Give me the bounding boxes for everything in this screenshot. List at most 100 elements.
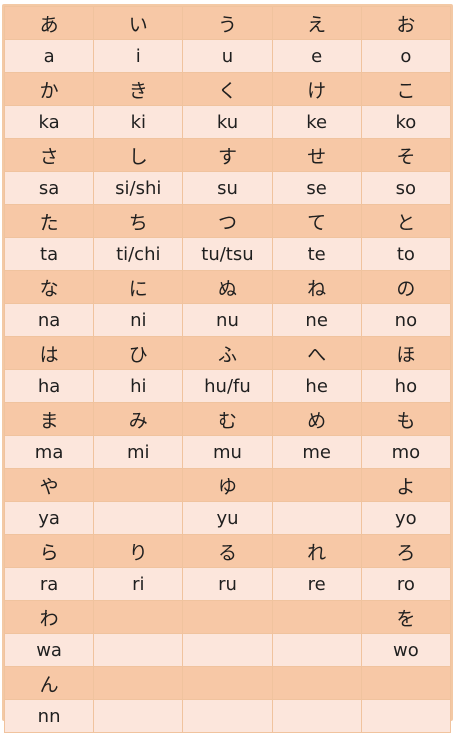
romaji-cell: ra (3, 567, 95, 601)
romaji-cell: i (93, 39, 184, 73)
romaji-cell: re (271, 567, 362, 601)
romaji-cell: su (182, 171, 273, 205)
romaji-row: ha hi hu/fu he ho (3, 369, 452, 403)
romaji-cell: tu/tsu (182, 237, 273, 271)
kana-row: まみむめも (3, 402, 452, 436)
kana-cell: て (271, 204, 362, 238)
kana-cell (271, 666, 362, 700)
kana-cell: や (3, 468, 95, 502)
kana-cell: お (360, 6, 452, 40)
kana-row: さしすせそ (3, 138, 452, 172)
romaji-cell: ho (360, 369, 452, 403)
romaji-cell: te (271, 237, 362, 271)
romaji-cell (360, 699, 452, 733)
kana-cell (93, 468, 184, 502)
kana-cell: わ (3, 600, 95, 634)
kana-row: ん (3, 666, 452, 700)
kana-cell: こ (360, 72, 452, 106)
kana-cell (93, 666, 184, 700)
kana-cell (271, 468, 362, 502)
romaji-cell: mo (360, 435, 452, 469)
romaji-cell: ku (182, 105, 273, 139)
romaji-cell: ti/chi (93, 237, 184, 271)
kana-cell: ふ (182, 336, 273, 370)
kana-cell: も (360, 402, 452, 436)
romaji-row: ya yu yo (3, 501, 452, 535)
kana-cell: ね (271, 270, 362, 304)
romaji-cell: ko (360, 105, 452, 139)
kana-cell: へ (271, 336, 362, 370)
romaji-cell: ta (3, 237, 95, 271)
romaji-row: wa wo (3, 633, 452, 667)
kana-row: たちつてと (3, 204, 452, 238)
kana-cell: れ (271, 534, 362, 568)
romaji-cell: nn (3, 699, 95, 733)
kana-cell: み (93, 402, 184, 436)
kana-cell: う (182, 6, 273, 40)
hiragana-romaji-table: あいうえお a i u e o かきくけこ ka ki ku ke ko さしすせそ sa si/shi su… (3, 6, 452, 733)
table-body: あいうえお a i u e o かきくけこ ka ki ku ke ko さしすせそ sa si/shi su… (3, 6, 452, 733)
kana-cell: り (93, 534, 184, 568)
romaji-cell: ka (3, 105, 95, 139)
romaji-row: na ni nu ne no (3, 303, 452, 337)
kana-cell: ら (3, 534, 95, 568)
kana-cell: ろ (360, 534, 452, 568)
romaji-cell: ru (182, 567, 273, 601)
kana-cell: と (360, 204, 452, 238)
romaji-cell: sa (3, 171, 95, 205)
romaji-cell: se (271, 171, 362, 205)
kana-cell (271, 600, 362, 634)
romaji-cell: ni (93, 303, 184, 337)
romaji-cell (271, 501, 362, 535)
romaji-cell: hu/fu (182, 369, 273, 403)
kana-cell: そ (360, 138, 452, 172)
kana-cell: く (182, 72, 273, 106)
romaji-cell: he (271, 369, 362, 403)
kana-cell: ひ (93, 336, 184, 370)
kana-cell (360, 666, 452, 700)
romaji-cell: mu (182, 435, 273, 469)
kana-cell: け (271, 72, 362, 106)
romaji-cell: mi (93, 435, 184, 469)
romaji-cell: ke (271, 105, 362, 139)
romaji-cell: so (360, 171, 452, 205)
kana-cell: る (182, 534, 273, 568)
romaji-cell: a (3, 39, 95, 73)
kana-cell: の (360, 270, 452, 304)
romaji-cell: ne (271, 303, 362, 337)
kana-cell: つ (182, 204, 273, 238)
kana-cell: き (93, 72, 184, 106)
romaji-row: aiueo (3, 39, 452, 73)
romaji-cell: o (360, 39, 452, 73)
kana-cell: さ (3, 138, 95, 172)
romaji-cell: ro (360, 567, 452, 601)
romaji-cell: me (271, 435, 362, 469)
romaji-cell (93, 501, 184, 535)
kana-cell: ち (93, 204, 184, 238)
romaji-cell: wa (3, 633, 95, 667)
romaji-cell: hi (93, 369, 184, 403)
kana-cell: え (271, 6, 362, 40)
kana-cell: た (3, 204, 95, 238)
kana-cell: し (93, 138, 184, 172)
kana-cell: い (93, 6, 184, 40)
romaji-cell (182, 633, 273, 667)
kana-row: なにぬねの (3, 270, 452, 304)
romaji-row: nn (3, 699, 452, 733)
romaji-cell: na (3, 303, 95, 337)
kana-cell: な (3, 270, 95, 304)
kana-cell: は (3, 336, 95, 370)
kana-cell: す (182, 138, 273, 172)
romaji-cell: no (360, 303, 452, 337)
romaji-cell: ya (3, 501, 95, 535)
romaji-cell (182, 699, 273, 733)
romaji-row: ra ri ru re ro (3, 567, 452, 601)
romaji-cell: u (182, 39, 273, 73)
romaji-cell: yo (360, 501, 452, 535)
kana-cell (182, 600, 273, 634)
kana-cell (182, 666, 273, 700)
kana-row: はひふへほ (3, 336, 452, 370)
kana-cell: ゆ (182, 468, 273, 502)
romaji-cell (93, 633, 184, 667)
romaji-cell: nu (182, 303, 273, 337)
